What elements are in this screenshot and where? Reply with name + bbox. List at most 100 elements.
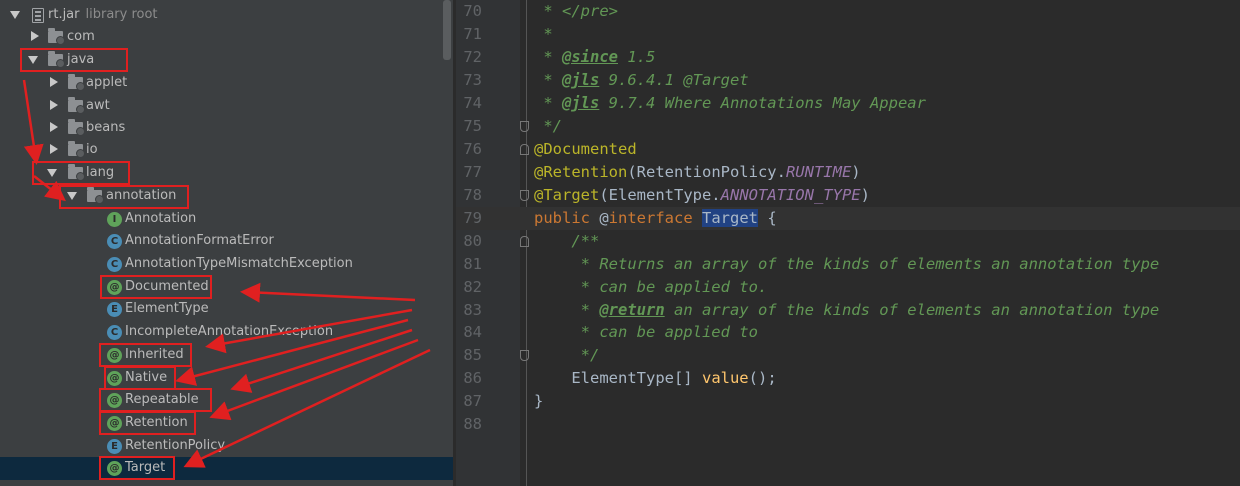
code-line[interactable]: 78 @Target(ElementType.ANNOTATION_TYPE) bbox=[456, 184, 1240, 207]
code-text: { bbox=[758, 209, 777, 227]
tree-label: Annotation bbox=[125, 211, 197, 226]
code-line[interactable]: 86 ElementType[] value(); bbox=[456, 367, 1240, 390]
fold-marker-icon[interactable] bbox=[520, 190, 529, 201]
tree-row-class[interactable]: @ Repeatable bbox=[0, 389, 453, 412]
tree-row-lang[interactable]: lang bbox=[0, 162, 453, 185]
code-line[interactable]: 74 * @jls 9.7.4 Where Annotations May Ap… bbox=[456, 92, 1240, 115]
code-text: * bbox=[534, 25, 553, 43]
tree-label: Documented bbox=[125, 279, 209, 294]
tree-row-rt-jar[interactable]: rt.jar library root bbox=[0, 4, 453, 27]
code-text: * Returns an array of the kinds of eleme… bbox=[534, 255, 1160, 273]
code-line[interactable]: 84 * can be applied to bbox=[456, 321, 1240, 344]
code-text: @Documented bbox=[534, 140, 637, 158]
line-number: 72 bbox=[463, 48, 482, 66]
tree-label: beans bbox=[86, 120, 126, 135]
package-icon bbox=[48, 28, 65, 45]
tree-row-awt[interactable]: awt bbox=[0, 95, 453, 118]
tree-row-applet[interactable]: applet bbox=[0, 72, 453, 95]
code-text: } bbox=[534, 392, 544, 410]
code-line[interactable]: 73 * @jls 9.6.4.1 @Target bbox=[456, 69, 1240, 92]
collapse-arrow-icon[interactable] bbox=[50, 77, 58, 87]
line-number: 85 bbox=[463, 346, 482, 364]
code-line[interactable]: 76 @Documented bbox=[456, 138, 1240, 161]
fold-marker-icon[interactable] bbox=[520, 350, 529, 361]
tree-label: RetentionPolicy bbox=[125, 438, 226, 453]
code-editor[interactable]: 70 * </pre> 71 * 72 * @since 1.5 73 * @j… bbox=[456, 0, 1240, 486]
package-icon bbox=[48, 51, 65, 68]
code-line-current[interactable]: 79 public @interface Target { bbox=[456, 207, 1240, 230]
line-number: 87 bbox=[463, 392, 482, 410]
tree-row-class[interactable]: @ Native bbox=[0, 367, 453, 390]
collapse-arrow-icon[interactable] bbox=[50, 144, 58, 154]
annotation-type-icon: @ bbox=[107, 461, 122, 476]
tree-row-class[interactable]: E ElementType bbox=[0, 298, 453, 321]
code-line[interactable]: 88 bbox=[456, 413, 1240, 436]
code-text: * can be applied to bbox=[534, 323, 758, 341]
expand-arrow-icon[interactable] bbox=[67, 192, 77, 200]
tree-label: Native bbox=[125, 370, 168, 385]
code-text: @Retention bbox=[534, 163, 628, 181]
tree-row-class[interactable]: E RetentionPolicy bbox=[0, 435, 453, 458]
tree-row-java[interactable]: java bbox=[0, 49, 453, 72]
annotation-type-icon: @ bbox=[107, 371, 122, 386]
tree-row-class[interactable]: @ Documented bbox=[0, 276, 453, 299]
tree-label: Repeatable bbox=[125, 392, 199, 407]
code-line[interactable]: 71 * bbox=[456, 23, 1240, 46]
annotation-type-icon: @ bbox=[107, 393, 122, 408]
fold-marker-icon[interactable] bbox=[520, 144, 529, 155]
fold-marker-icon[interactable] bbox=[520, 121, 529, 132]
code-text: 9.6.4.1 @Target bbox=[599, 71, 749, 89]
code-text: * can be applied to. bbox=[534, 278, 768, 296]
tree-row-class[interactable]: C AnnotationFormatError bbox=[0, 230, 453, 253]
line-number: 76 bbox=[463, 140, 482, 158]
code-text: (); bbox=[748, 369, 777, 387]
tree-row-io[interactable]: io bbox=[0, 139, 453, 162]
tree-label: Inherited bbox=[125, 347, 184, 362]
line-number: 83 bbox=[463, 301, 482, 319]
tree-row-class[interactable]: @ Inherited bbox=[0, 344, 453, 367]
tree-sublabel: library root bbox=[85, 7, 158, 22]
annotation-type-icon: @ bbox=[107, 416, 122, 431]
fold-marker-icon[interactable] bbox=[520, 236, 529, 247]
expand-arrow-icon[interactable] bbox=[47, 169, 57, 177]
code-text: 1.5 bbox=[618, 48, 656, 66]
tree-row-class[interactable]: C IncompleteAnnotationException bbox=[0, 321, 453, 344]
code-text: value bbox=[701, 369, 749, 387]
tree-row-class[interactable]: C AnnotationTypeMismatchException bbox=[0, 253, 453, 276]
package-icon bbox=[68, 164, 85, 181]
code-text: interface bbox=[608, 209, 693, 227]
code-line[interactable]: 72 * @since 1.5 bbox=[456, 46, 1240, 69]
class-icon: C bbox=[107, 234, 122, 249]
code-text: ) bbox=[851, 163, 861, 181]
line-number: 88 bbox=[463, 415, 482, 433]
code-text: @ bbox=[590, 209, 609, 227]
code-line[interactable]: 77 @Retention(RetentionPolicy.RUNTIME) bbox=[456, 161, 1240, 184]
code-line[interactable]: 82 * can be applied to. bbox=[456, 276, 1240, 299]
collapse-arrow-icon[interactable] bbox=[31, 31, 39, 41]
line-number: 77 bbox=[463, 163, 482, 181]
expand-arrow-icon[interactable] bbox=[28, 56, 38, 64]
tree-label: com bbox=[67, 29, 95, 44]
tree-row-beans[interactable]: beans bbox=[0, 117, 453, 140]
tree-label: awt bbox=[86, 98, 110, 113]
code-line[interactable]: 81 * Returns an array of the kinds of el… bbox=[456, 253, 1240, 276]
code-line[interactable]: 70 * </pre> bbox=[456, 0, 1240, 23]
code-line[interactable]: 75 */ bbox=[456, 115, 1240, 138]
code-text: * </pre> bbox=[534, 2, 618, 20]
expand-arrow-icon[interactable] bbox=[10, 11, 20, 19]
code-line[interactable]: 87 } bbox=[456, 390, 1240, 413]
collapse-arrow-icon[interactable] bbox=[50, 122, 58, 132]
tree-label: io bbox=[86, 142, 98, 157]
code-line[interactable]: 80 /** bbox=[456, 230, 1240, 253]
code-line[interactable]: 85 */ bbox=[456, 344, 1240, 367]
collapse-arrow-icon[interactable] bbox=[50, 100, 58, 110]
tree-row-selected[interactable]: @ Target bbox=[0, 457, 453, 480]
package-icon bbox=[87, 187, 104, 204]
tree-row-class[interactable]: I Annotation bbox=[0, 208, 453, 231]
tree-row-class[interactable]: @ Retention bbox=[0, 412, 453, 435]
code-text: * bbox=[534, 301, 600, 319]
tree-row-com[interactable]: com bbox=[0, 26, 453, 49]
tree-row-annotation[interactable]: annotation bbox=[0, 185, 453, 208]
code-line[interactable]: 83 * @return an array of the kinds of el… bbox=[456, 299, 1240, 322]
